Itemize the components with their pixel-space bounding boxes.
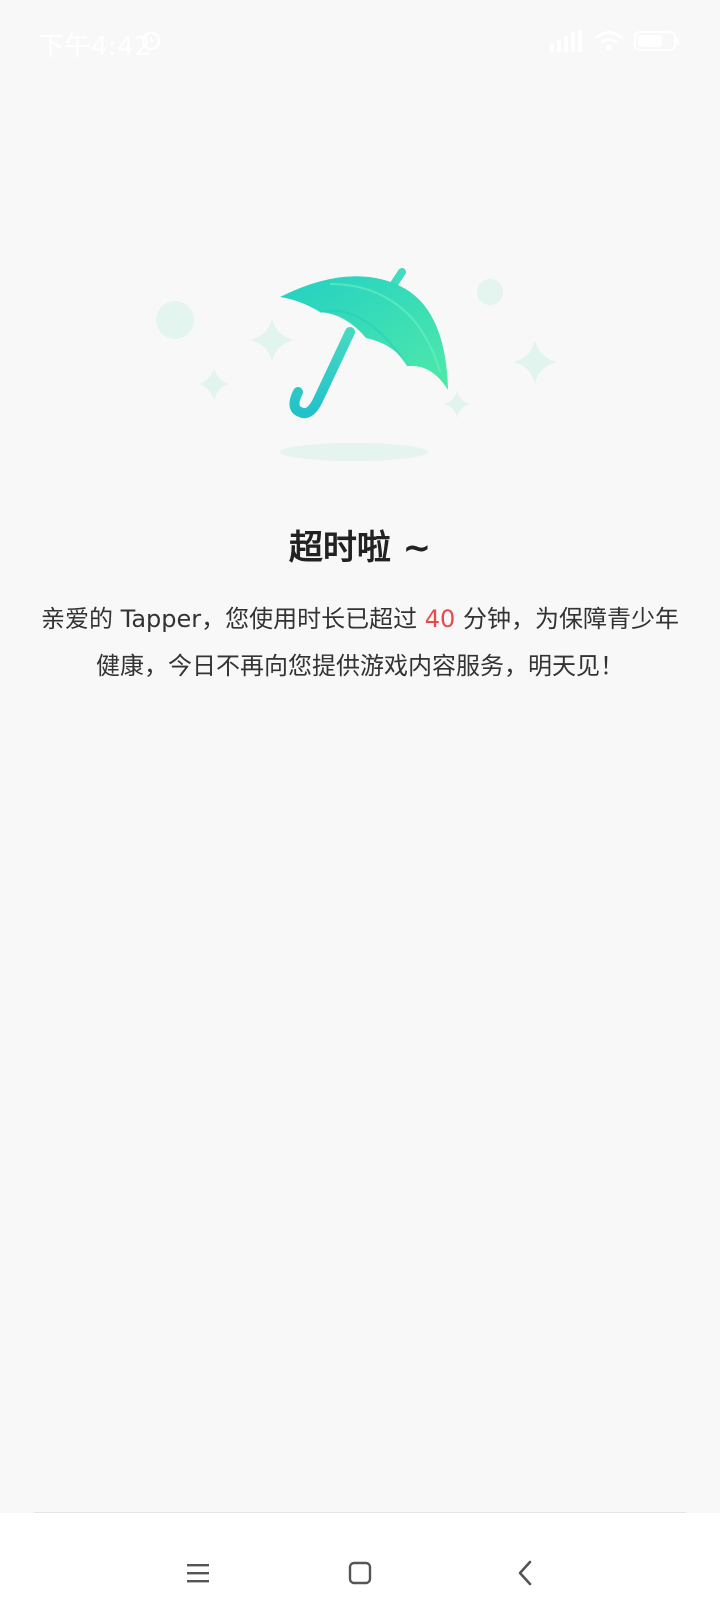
timeout-screen: 下午4:42 超时啦 ~ 亲爱的 Tapper，您使用时长已超过 40 分钟，为… xyxy=(0,0,720,1600)
umbrella-shadow xyxy=(280,443,428,461)
status-time: 下午4:42 xyxy=(38,32,152,62)
alarm-icon xyxy=(141,31,161,51)
battery-icon xyxy=(634,31,679,51)
page-title: 超时啦 ~ xyxy=(288,528,432,568)
sparkle-icon xyxy=(444,390,470,418)
umbrella-illustration xyxy=(156,268,557,461)
signal-icon xyxy=(550,30,582,52)
home-icon xyxy=(348,1561,372,1585)
decor-circle xyxy=(156,301,194,339)
menu-icon xyxy=(187,1564,209,1583)
sparkle-icon xyxy=(199,368,229,400)
umbrella-handle xyxy=(289,327,355,419)
status-bar: 下午4:42 xyxy=(0,0,720,84)
wifi-icon xyxy=(595,31,623,51)
navigation-bar xyxy=(0,1513,720,1600)
sparkle-icon xyxy=(250,318,294,362)
menu-button[interactable] xyxy=(178,1553,218,1593)
status-icons xyxy=(550,28,680,54)
home-button[interactable] xyxy=(340,1553,380,1593)
message-text: 亲爱的 Tapper，您使用时长已超过 xyxy=(41,605,425,633)
sparkle-icon xyxy=(513,340,557,384)
back-button[interactable] xyxy=(505,1553,545,1593)
minutes-value: 40 xyxy=(424,605,456,633)
timeout-message: 亲爱的 Tapper，您使用时长已超过 40 分钟，为保障青少年健康，今日不再向… xyxy=(34,596,686,690)
decor-circle xyxy=(477,279,503,305)
back-icon xyxy=(518,1560,532,1586)
